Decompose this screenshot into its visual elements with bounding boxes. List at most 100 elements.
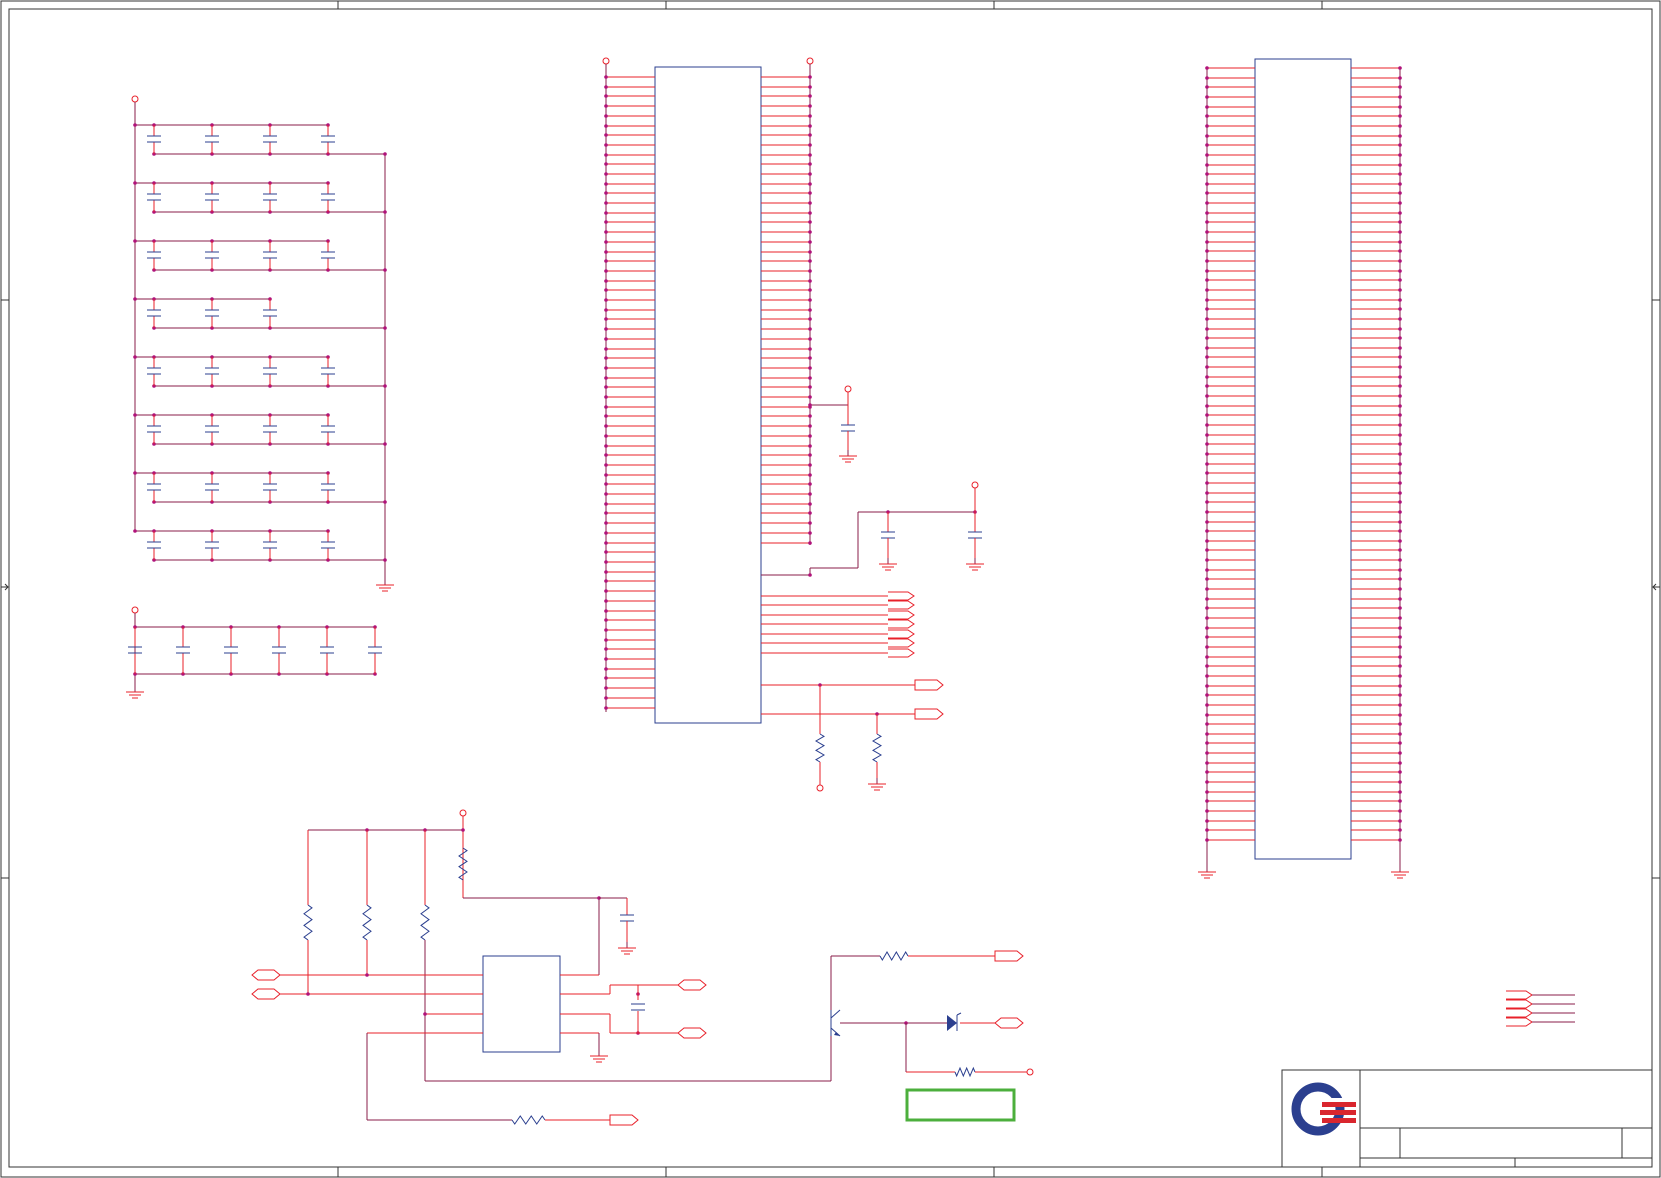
junction-dot	[808, 347, 812, 351]
junction-dot	[1205, 548, 1209, 552]
junction-dot	[808, 511, 812, 515]
junction-dot	[808, 85, 812, 89]
capacitor-icon	[205, 425, 219, 433]
junction-dot	[1205, 761, 1209, 765]
junction-dot	[1205, 220, 1209, 224]
junction-dot	[604, 541, 608, 545]
junction-dot	[1398, 828, 1402, 832]
junction-dot	[1398, 298, 1402, 302]
junction-dot	[1205, 404, 1209, 408]
junction-dot	[1398, 336, 1402, 340]
capacitor-icon	[205, 367, 219, 375]
ground-icon	[966, 558, 984, 571]
junction-dot	[808, 327, 812, 331]
junction-dot	[1398, 751, 1402, 755]
net-port	[888, 648, 915, 658]
junction-dot	[1398, 124, 1402, 128]
ic-body	[654, 66, 762, 724]
junction-dot	[604, 133, 608, 137]
junction-dot	[808, 211, 812, 215]
junction-dot	[604, 162, 608, 166]
junction-dot	[808, 288, 812, 292]
junction-dot	[1398, 143, 1402, 147]
capacitor-icon	[620, 914, 634, 922]
junction-dot	[1205, 500, 1209, 504]
capacitor-icon	[272, 646, 286, 654]
junction-dot	[1205, 211, 1209, 215]
wire	[830, 1009, 841, 1019]
junction-dot	[604, 628, 608, 632]
junction-dot	[1398, 105, 1402, 109]
capacitor-icon	[205, 193, 219, 201]
junction-dot	[604, 492, 608, 496]
capacitor-icon	[321, 135, 335, 143]
junction-dot	[604, 94, 608, 98]
junction-dot	[604, 676, 608, 680]
junction-dot	[1205, 76, 1209, 80]
net-port	[888, 638, 915, 648]
junction-dot	[1398, 114, 1402, 118]
wire	[956, 1012, 962, 1016]
junction-dot	[808, 94, 812, 98]
capacitor-icon	[263, 483, 277, 491]
junction-dot	[808, 482, 812, 486]
junction-dot	[604, 269, 608, 273]
junction-dot	[1398, 548, 1402, 552]
net-port-bidir	[251, 988, 281, 1000]
junction-dot	[808, 104, 812, 108]
junction-dot	[1205, 587, 1209, 591]
capacitor-icon	[147, 135, 161, 143]
junction-dot	[604, 240, 608, 244]
junction-dot	[604, 405, 608, 409]
junction-dot	[1205, 510, 1209, 514]
junction-dot	[604, 366, 608, 370]
junction-dot	[1205, 790, 1209, 794]
junction-dot	[604, 337, 608, 341]
junction-dot	[808, 403, 812, 407]
junction-dot	[604, 482, 608, 486]
bulk-capacitor-row	[126, 606, 382, 699]
junction-dot	[383, 384, 387, 388]
junction-dot	[461, 828, 465, 832]
junction-dot	[1205, 182, 1209, 186]
junction-dot	[133, 181, 137, 185]
junction-dot	[1398, 153, 1402, 157]
junction-dot	[604, 473, 608, 477]
junction-dot	[604, 230, 608, 234]
power-port-icon	[131, 606, 139, 614]
capacitor-icon	[968, 531, 982, 539]
junction-dot	[604, 104, 608, 108]
junction-dot	[1205, 85, 1209, 89]
junction-dot	[1205, 191, 1209, 195]
net-port	[994, 950, 1024, 962]
junction-dot	[1205, 819, 1209, 823]
junction-dot	[808, 453, 812, 457]
capacitor-icon	[224, 646, 238, 654]
junction-dot	[1398, 134, 1402, 138]
ground-icon	[868, 778, 886, 791]
junction-dot	[383, 326, 387, 330]
junction-dot	[604, 696, 608, 700]
transistor-icon	[830, 1009, 841, 1037]
center-arrow-right-icon	[1652, 583, 1660, 591]
resistor-icon	[458, 847, 468, 881]
resistor-icon	[303, 904, 313, 941]
junction-dot	[133, 355, 137, 359]
junction-dot	[1205, 770, 1209, 774]
junction-dot	[1398, 269, 1402, 273]
junction-dot	[604, 279, 608, 283]
junction-dot	[808, 434, 812, 438]
junction-dot	[1398, 597, 1402, 601]
junction-dot	[1205, 143, 1209, 147]
junction-dot	[1205, 713, 1209, 717]
ic-supervisor-body	[482, 955, 561, 1053]
junction-dot	[808, 250, 812, 254]
net-port-bidir	[677, 1027, 707, 1039]
junction-dot	[808, 337, 812, 341]
junction-dot	[383, 558, 387, 562]
junction-dot	[1398, 819, 1402, 823]
capacitor-icon	[263, 367, 277, 375]
ground-icon	[879, 558, 897, 571]
capacitor-icon	[263, 425, 277, 433]
junction-dot	[1205, 66, 1209, 70]
